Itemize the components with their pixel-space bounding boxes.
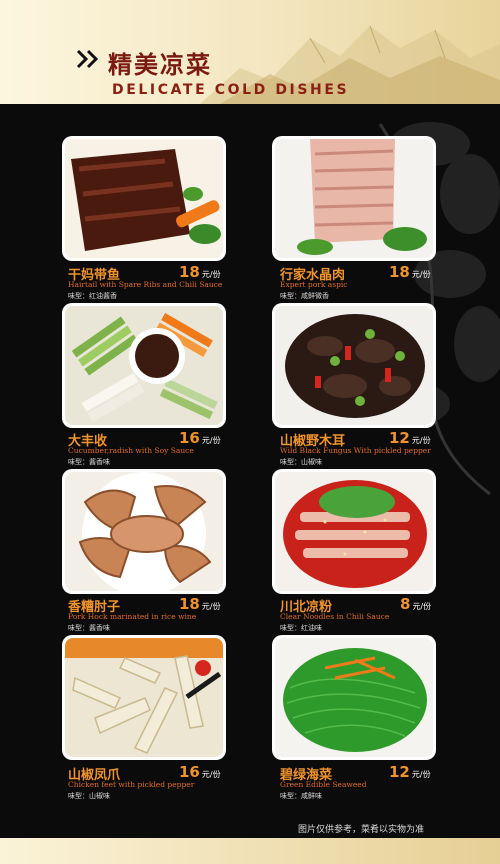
dish-name-en: Pork Hock marinated in rice wine	[68, 612, 197, 621]
menu-page: 精美凉菜 DELICATE COLD DISHES 干妈带鱼 18 元/份 Hai…	[0, 0, 500, 864]
dish-price: 18 元/份	[179, 595, 221, 613]
page-subtitle: DELICATE COLD DISHES	[112, 82, 350, 98]
dish-price: 12 元/份	[389, 763, 431, 781]
dish-price: 8 元/份	[400, 595, 432, 613]
dish-price: 16 元/份	[179, 429, 221, 447]
dish-price: 18 元/份	[389, 263, 431, 281]
menu-header: 精美凉菜 DELICATE COLD DISHES	[0, 0, 500, 104]
disclaimer-note: 图片仅供参考，菜肴以实物为准	[297, 825, 424, 835]
double-chevron-icon	[76, 49, 99, 69]
dish-name-en: Green Edible Seaweed	[280, 780, 367, 789]
dish-price: 18 元/份	[179, 263, 221, 281]
dish-name-en: Cucumber,radish with Soy Sauce	[68, 446, 194, 455]
dish-taste: 味型：红油味	[280, 624, 322, 632]
dish-name-en: Hairtail with Spare Ribs and Chili Sauce	[68, 280, 223, 289]
dish-price: 16 元/份	[179, 763, 221, 781]
dish-taste: 味型：酱香味	[68, 624, 110, 632]
dish-photo-chicken-feet[interactable]	[62, 635, 226, 760]
dish-photo-black-fungus[interactable]	[272, 303, 436, 428]
dish-taste: 味型：红油酱香	[68, 292, 117, 300]
dish-photo-vegetable-platter[interactable]	[62, 303, 226, 428]
dish-name-en: Chicken feet with pickled pepper	[68, 780, 195, 789]
dish-taste: 味型：酱香味	[68, 458, 110, 466]
dish-photo-pork-hock[interactable]	[62, 469, 226, 594]
dish-photo-pork-aspic[interactable]	[272, 136, 436, 261]
dish-price: 12 元/份	[389, 429, 431, 447]
dish-name-en: Expert pork aspic	[280, 280, 348, 289]
dish-name-en: Wild Black Fungus With pickled pepper	[280, 446, 431, 455]
dish-taste: 味型：山椒味	[68, 792, 110, 800]
page-title: 精美凉菜	[108, 50, 212, 79]
dish-photo-seaweed[interactable]	[272, 635, 436, 760]
dish-taste: 味型：山椒味	[280, 458, 322, 466]
dish-photo-hairtail[interactable]	[62, 136, 226, 261]
dish-photo-clear-noodles[interactable]	[272, 469, 436, 594]
footer-band	[0, 838, 500, 864]
dish-taste: 味型：咸鲜味	[280, 792, 322, 800]
dish-taste: 味型：咸鲜微香	[280, 292, 329, 300]
dish-name-en: Clear Noodles in Chili Sauce	[280, 612, 390, 621]
